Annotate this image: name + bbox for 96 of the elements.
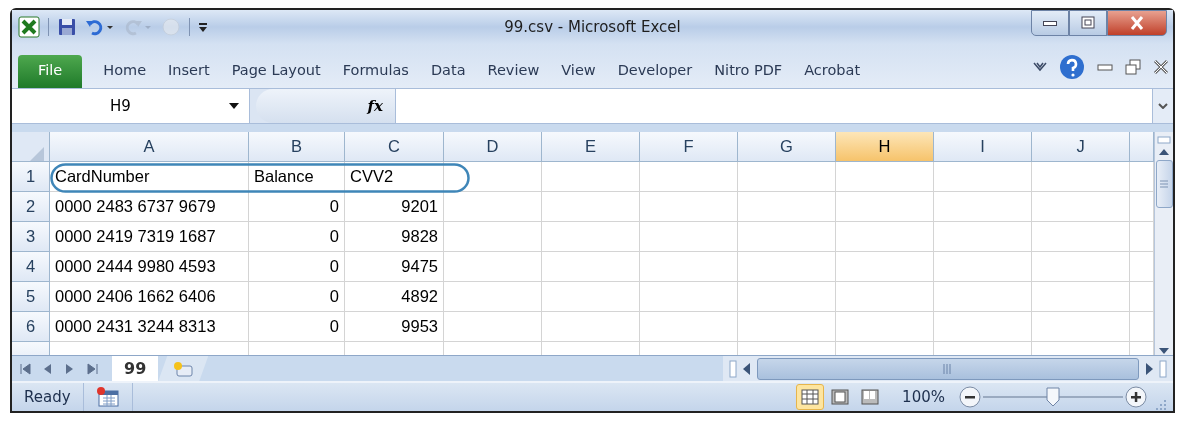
- excel-logo-icon[interactable]: [18, 16, 40, 38]
- table-cell: 0: [249, 252, 345, 282]
- status-text: Ready: [24, 388, 71, 406]
- ribbon-tab[interactable]: Insert: [159, 62, 219, 88]
- minimize-icon[interactable]: [1097, 63, 1113, 71]
- table-cell: 0000 2406 1662 6406: [50, 282, 249, 312]
- split-handle-icon[interactable]: [1157, 136, 1171, 144]
- maximize-button[interactable]: [1069, 10, 1107, 36]
- column-header[interactable]: A: [50, 132, 249, 162]
- table-cell: 4892: [345, 282, 444, 312]
- formula-input[interactable]: [396, 89, 1152, 123]
- page-break-icon: [861, 389, 880, 405]
- table-cell: 0000 2431 3244 8313: [50, 312, 249, 342]
- dropdown-icon: [229, 103, 239, 109]
- table-cell: 0: [249, 312, 345, 342]
- row-header[interactable]: 5: [12, 282, 50, 312]
- ribbon-tab[interactable]: Data: [421, 62, 475, 88]
- table-cell: Balance: [249, 162, 345, 192]
- column-header[interactable]: F: [640, 132, 738, 162]
- scroll-thumb[interactable]: [757, 357, 1139, 380]
- first-sheet-icon[interactable]: [20, 362, 32, 375]
- scroll-thumb[interactable]: [1155, 160, 1173, 208]
- name-box[interactable]: H9: [12, 89, 250, 123]
- column-header[interactable]: J: [1032, 132, 1130, 162]
- zoom-in-icon[interactable]: [1125, 386, 1147, 408]
- page-layout-icon: [831, 389, 850, 405]
- window-title: 99.csv - Microsoft Excel: [504, 18, 681, 36]
- table-cell: 0000 2444 9980 4593: [50, 252, 249, 282]
- undo-icon[interactable]: [85, 17, 115, 37]
- column-header[interactable]: B: [249, 132, 345, 162]
- column-header[interactable]: E: [542, 132, 640, 162]
- resize-grip-icon[interactable]: [1155, 399, 1167, 411]
- insert-function-button[interactable]: fx: [367, 97, 383, 115]
- row-header[interactable]: 3: [12, 222, 50, 252]
- zoom-slider-thumb[interactable]: [1046, 387, 1060, 407]
- table-cell: CardNumber: [50, 162, 249, 192]
- customize-dropdown-icon[interactable]: [198, 20, 208, 34]
- column-header[interactable]: D: [444, 132, 542, 162]
- ribbon-tab[interactable]: Page Layout: [222, 62, 330, 88]
- split-handle-icon[interactable]: [729, 359, 737, 378]
- row-header[interactable]: 4: [12, 252, 50, 282]
- ribbon-tab[interactable]: View: [552, 62, 605, 88]
- table-cell: 9953: [345, 312, 444, 342]
- previous-sheet-icon[interactable]: [42, 362, 54, 375]
- sheet-tab[interactable]: 99: [112, 356, 159, 381]
- table-cell: 0000 2419 7319 1687: [50, 222, 249, 252]
- normal-view-button[interactable]: [796, 384, 825, 410]
- ribbon-tab[interactable]: Home: [94, 62, 156, 88]
- column-header[interactable]: G: [738, 132, 836, 162]
- minimize-button[interactable]: [1031, 10, 1069, 36]
- zoom-out-icon[interactable]: [959, 386, 981, 408]
- collapse-ribbon-icon[interactable]: [1033, 61, 1047, 73]
- column-header[interactable]: I: [934, 132, 1032, 162]
- column-header[interactable]: H: [836, 132, 934, 162]
- ribbon-tab[interactable]: Review: [478, 62, 549, 88]
- table-cell: 9201: [345, 192, 444, 222]
- table-cell: 0000 2483 6737 9679: [50, 192, 249, 222]
- grip-icon: [943, 363, 953, 374]
- triangle-icon: [30, 147, 44, 161]
- row-header[interactable]: 1: [12, 162, 50, 192]
- table-cell: 0: [249, 192, 345, 222]
- vertical-scrollbar[interactable]: [1154, 132, 1173, 355]
- normal-view-icon: [801, 389, 820, 405]
- table-cell: 0: [249, 222, 345, 252]
- horizontal-scrollbar[interactable]: [723, 356, 1173, 381]
- help-icon[interactable]: [1059, 54, 1085, 80]
- file-tab[interactable]: File: [18, 55, 83, 88]
- table-cell: CVV2: [345, 162, 444, 192]
- table-cell: 9475: [345, 252, 444, 282]
- ribbon-tab[interactable]: Nitro PDF: [705, 62, 792, 88]
- scroll-up-icon[interactable]: [1158, 148, 1170, 156]
- row-header[interactable]: 6: [12, 312, 50, 342]
- restore-icon[interactable]: [1125, 59, 1141, 75]
- macro-record-icon[interactable]: [95, 386, 120, 408]
- table-cell: 0: [249, 282, 345, 312]
- scroll-right-icon[interactable]: [1145, 362, 1153, 375]
- chevron-icon: [1158, 103, 1168, 109]
- scroll-left-icon[interactable]: [743, 362, 751, 375]
- last-sheet-icon[interactable]: [86, 362, 98, 375]
- minimize-icon: [1042, 20, 1058, 26]
- close-button[interactable]: [1107, 10, 1167, 36]
- maximize-icon: [1080, 16, 1096, 30]
- grip-icon: [1160, 180, 1168, 188]
- ribbon-tab[interactable]: Developer: [608, 62, 702, 88]
- save-icon[interactable]: [57, 17, 77, 37]
- close-icon: [1129, 16, 1145, 30]
- ribbon-tab[interactable]: Acrobat: [795, 62, 870, 88]
- close-icon[interactable]: [1153, 59, 1169, 75]
- column-header[interactable]: C: [345, 132, 444, 162]
- ribbon-tab[interactable]: Formulas: [333, 62, 418, 88]
- zoom-level[interactable]: 100%: [902, 388, 945, 406]
- expand-formula-button[interactable]: [1152, 89, 1173, 123]
- split-handle-icon[interactable]: [1159, 359, 1167, 378]
- row-header[interactable]: 2: [12, 192, 50, 222]
- table-cell: 9828: [345, 222, 444, 252]
- new-sheet-icon: [172, 360, 195, 377]
